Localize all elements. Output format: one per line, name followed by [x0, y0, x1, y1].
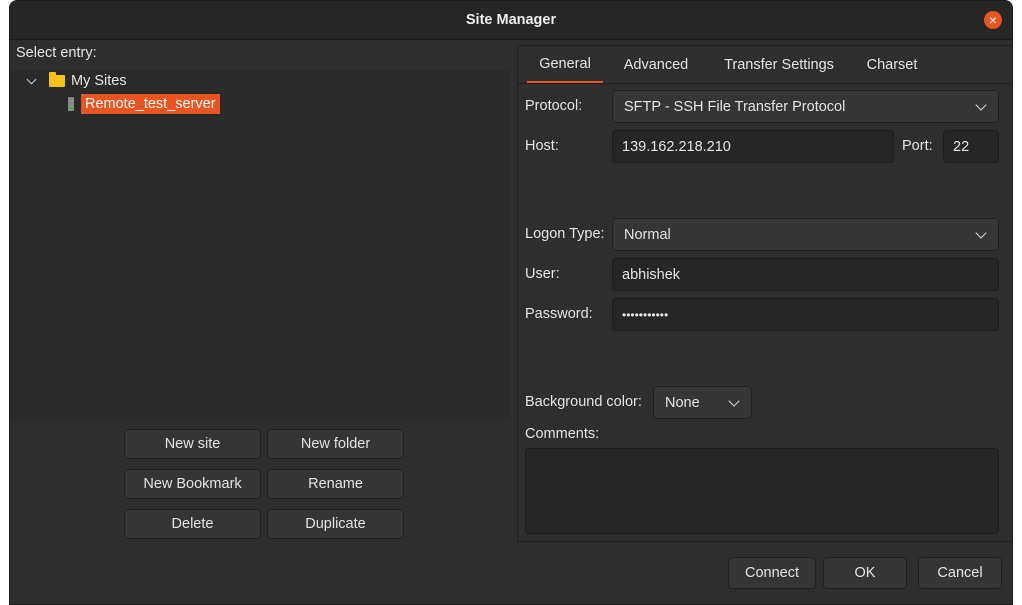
tab-charset[interactable]: Charset — [859, 46, 925, 83]
site-settings-panel: General Advanced Transfer Settings Chars… — [517, 45, 1012, 542]
tab-general[interactable]: General — [527, 46, 603, 83]
tab-transfer-settings[interactable]: Transfer Settings — [714, 46, 844, 83]
chevron-down-icon — [975, 227, 987, 239]
protocol-label: Protocol: — [525, 98, 583, 114]
tree-item-remote-test-server[interactable]: Remote_test_server — [68, 94, 220, 114]
background-color-value: None — [665, 394, 700, 411]
comments-label: Comments: — [525, 426, 600, 442]
logon-type-value: Normal — [624, 226, 671, 243]
title-bar: Site Manager × — [10, 1, 1012, 40]
server-icon — [68, 97, 74, 111]
password-input[interactable]: ••••••••••• — [612, 298, 999, 331]
folder-icon — [49, 72, 65, 87]
cancel-button[interactable]: Cancel — [918, 557, 1002, 589]
folder-label: My Sites — [71, 73, 127, 89]
rename-button[interactable]: Rename — [267, 469, 404, 499]
background-color-select[interactable]: None — [653, 386, 752, 419]
logon-type-label: Logon Type: — [525, 226, 605, 242]
tab-advanced[interactable]: Advanced — [614, 46, 698, 83]
delete-button[interactable]: Delete — [124, 509, 261, 539]
tree-folder-my-sites[interactable]: My Sites — [26, 72, 127, 89]
window-title: Site Manager — [465, 12, 557, 28]
port-input[interactable]: 22 — [943, 130, 999, 163]
chevron-down-icon[interactable] — [26, 74, 37, 84]
protocol-value: SFTP - SSH File Transfer Protocol — [624, 98, 846, 115]
ok-button[interactable]: OK — [823, 557, 907, 589]
select-entry-label: Select entry: — [16, 45, 97, 61]
logon-type-select[interactable]: Normal — [612, 218, 999, 251]
chevron-down-icon — [975, 99, 987, 111]
host-input[interactable]: 139.162.218.210 — [612, 130, 894, 163]
connect-button[interactable]: Connect — [728, 557, 816, 589]
user-input[interactable]: abhishek — [612, 258, 999, 291]
site-manager-window: Site Manager × Select entry: My Sites Re… — [9, 0, 1013, 605]
comments-textarea[interactable] — [525, 448, 999, 534]
site-tree[interactable]: My Sites Remote_test_server — [10, 70, 510, 419]
new-bookmark-button[interactable]: New Bookmark — [124, 469, 261, 499]
duplicate-button[interactable]: Duplicate — [267, 509, 404, 539]
new-folder-button[interactable]: New folder — [267, 429, 404, 459]
host-label: Host: — [525, 138, 559, 154]
new-site-button[interactable]: New site — [124, 429, 261, 459]
close-icon[interactable]: × — [984, 11, 1002, 29]
user-label: User: — [525, 266, 560, 282]
chevron-down-icon — [728, 395, 740, 407]
password-label: Password: — [525, 306, 593, 322]
settings-tabs: General Advanced Transfer Settings Chars… — [518, 46, 1012, 84]
protocol-select[interactable]: SFTP - SSH File Transfer Protocol — [612, 90, 999, 123]
site-label: Remote_test_server — [81, 94, 220, 114]
background-color-label: Background color: — [525, 394, 642, 410]
port-label: Port: — [902, 138, 933, 154]
